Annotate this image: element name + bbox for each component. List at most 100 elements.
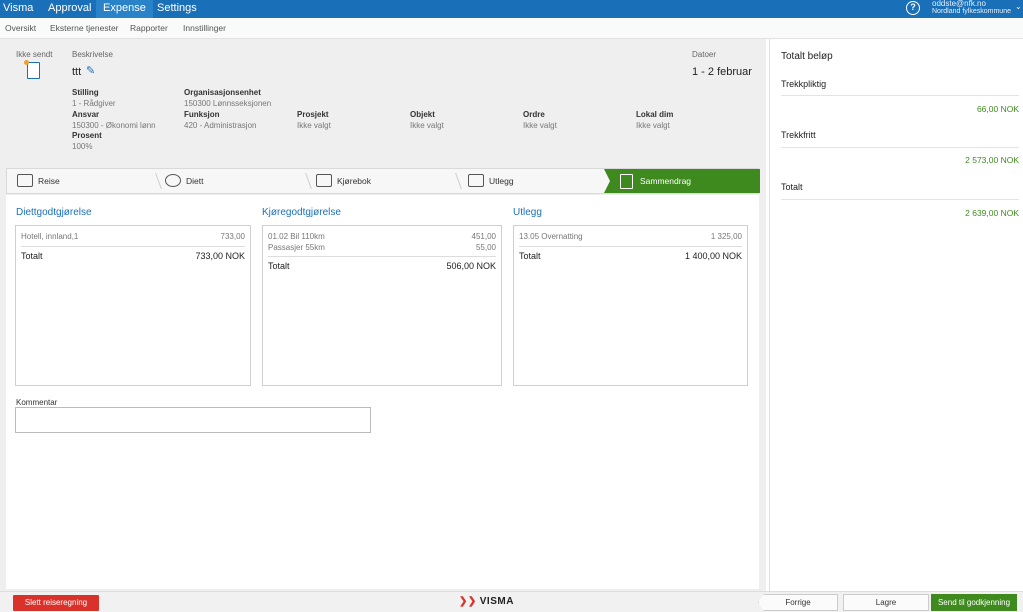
lokaldim-value: Ikke valgt [636, 121, 670, 130]
visma-mark-icon: ❯❯ [459, 596, 477, 607]
card-total: Totalt 1 400,00 NOK [519, 251, 742, 261]
user-org: Nordland fylkeskommune [932, 8, 1011, 15]
step-sammendrag-label: Sammendrag [640, 176, 692, 186]
list-item: Passasjer 55km 55,00 [268, 243, 496, 252]
prosent-value: 100% [72, 142, 93, 151]
delete-button[interactable]: Slett reiseregning [13, 595, 99, 611]
document-icon [24, 60, 40, 79]
dates-value[interactable]: 1 - 2 februar [692, 66, 752, 78]
total-label: Totalt [519, 251, 541, 261]
line-amount: 733,00 [220, 232, 245, 241]
trekkfritt-value: 2 573,00 NOK [965, 155, 1019, 165]
tab-settings[interactable]: Settings [150, 0, 204, 18]
step-separator [294, 173, 312, 189]
utlegg-title: Utlegg [513, 207, 542, 218]
visma-logo: ❯❯ VISMA [459, 596, 514, 607]
total-label: Totalt [21, 251, 43, 261]
line-amount: 1 325,00 [710, 232, 742, 241]
user-menu[interactable]: oddste@nfk.no Nordland fylkeskommune [932, 0, 1011, 16]
ansvar-value: 150300 - Økonomi lønn [72, 121, 156, 130]
top-navigation: Visma Approval Expense Settings ? oddste… [0, 0, 1023, 18]
line-label: 01.02 Bil 110km [268, 232, 325, 241]
step-separator [444, 173, 462, 189]
totalt-value: 2 639,00 NOK [965, 208, 1019, 218]
pencil-icon[interactable]: ✎ [86, 64, 95, 77]
line-label: Hotell, innland,1 [21, 232, 79, 241]
ordre-value: Ikke valgt [523, 121, 557, 130]
sub-navigation: Oversikt Eksterne tjenester Rapporter In… [0, 18, 1023, 39]
plate-icon [165, 174, 181, 187]
step-utlegg-label: Utlegg [489, 176, 514, 186]
step-separator [144, 173, 162, 189]
comment-label: Kommentar [16, 398, 58, 407]
subnav-rapporter[interactable]: Rapporter [130, 23, 168, 33]
user-email: oddste@nfk.no [932, 0, 986, 8]
footer-bar: Slett reiseregning ❯❯ VISMA Forrige Lagre… [0, 591, 1023, 612]
prosjekt-value: Ikke valgt [297, 121, 331, 130]
divider [781, 147, 1019, 148]
tab-approval[interactable]: Approval [41, 0, 98, 18]
ansvar-label: Ansvar [72, 110, 100, 119]
step-kjorebok-label: Kjørebok [337, 176, 372, 186]
trekkpliktig-label: Trekkpliktig [781, 79, 827, 89]
step-navigation: Reise Diett Kjørebok Utlegg Sammendrag [6, 168, 760, 194]
visma-logo-text: VISMA [479, 596, 514, 607]
list-item: Hotell, innland,1 733,00 [21, 232, 245, 241]
car-icon [316, 174, 332, 187]
ordre-label: Ordre [523, 110, 545, 119]
divider [519, 246, 742, 247]
previous-button[interactable]: Forrige [758, 594, 838, 611]
description-value: ttt [72, 66, 82, 78]
totalt-label: Totalt [781, 182, 803, 192]
suitcase-icon [17, 174, 33, 187]
diett-title: Diettgodtgjørelse [16, 207, 92, 218]
objekt-value: Ikke valgt [410, 121, 444, 130]
card-total: Totalt 733,00 NOK [21, 251, 245, 261]
diett-card: Hotell, innland,1 733,00 Totalt 733,00 N… [15, 225, 251, 386]
divider [21, 246, 245, 247]
line-amount: 55,00 [475, 243, 496, 252]
divider [781, 95, 1019, 96]
utlegg-card: 13.05 Overnatting 1 325,00 Totalt 1 400,… [513, 225, 748, 386]
dates-label: Datoer [692, 50, 717, 59]
line-label: 13.05 Overnatting [519, 232, 583, 241]
brand-logo[interactable]: Visma [3, 2, 33, 14]
line-amount: 451,00 [471, 232, 496, 241]
send-for-approval-button[interactable]: Send til godkjenning [931, 594, 1017, 611]
step-diett-label: Diett [186, 176, 204, 186]
card-total: Totalt 506,00 NOK [268, 261, 496, 271]
subnav-eksterne-tjenester[interactable]: Eksterne tjenester [50, 23, 119, 33]
wallet-icon [468, 174, 484, 187]
tab-expense[interactable]: Expense [96, 0, 153, 18]
chevron-down-icon[interactable]: ⌄ [1015, 2, 1022, 11]
stilling-label: Stilling [72, 88, 99, 97]
total-label: Totalt [268, 261, 290, 271]
prosjekt-label: Prosjekt [297, 110, 329, 119]
objekt-label: Objekt [410, 110, 435, 119]
total-value: 1 400,00 NOK [684, 251, 742, 261]
save-button[interactable]: Lagre [843, 594, 929, 611]
comment-input[interactable] [15, 407, 371, 433]
stilling-value: 1 - Rådgiver [72, 99, 116, 108]
help-icon[interactable]: ? [906, 1, 920, 15]
totals-panel: Totalt beløp Trekkpliktig 66,00 NOK Trek… [769, 39, 1023, 592]
prosent-label: Prosent [72, 131, 102, 140]
totals-title: Totalt beløp [781, 51, 833, 62]
total-value: 506,00 NOK [446, 261, 496, 271]
step-sammendrag[interactable]: Sammendrag [604, 169, 760, 193]
total-value: 733,00 NOK [195, 251, 245, 261]
list-item: 13.05 Overnatting 1 325,00 [519, 232, 742, 241]
subnav-oversikt[interactable]: Oversikt [5, 23, 36, 33]
kjore-title: Kjøregodtgjørelse [262, 207, 341, 218]
trekkfritt-label: Trekkfritt [781, 130, 816, 140]
clipboard-icon [620, 174, 633, 189]
funksjon-value: 420 - Administrasjon [184, 121, 257, 130]
status-label: Ikke sendt [16, 50, 53, 59]
subnav-innstillinger[interactable]: Innstillinger [183, 23, 226, 33]
divider [268, 256, 496, 257]
list-item: 01.02 Bil 110km 451,00 [268, 232, 496, 241]
description-label: Beskrivelse [72, 50, 113, 59]
kjore-card: 01.02 Bil 110km 451,00 Passasjer 55km 55… [262, 225, 502, 386]
funksjon-label: Funksjon [184, 110, 220, 119]
org-label: Organisasjonsenhet [184, 88, 261, 97]
